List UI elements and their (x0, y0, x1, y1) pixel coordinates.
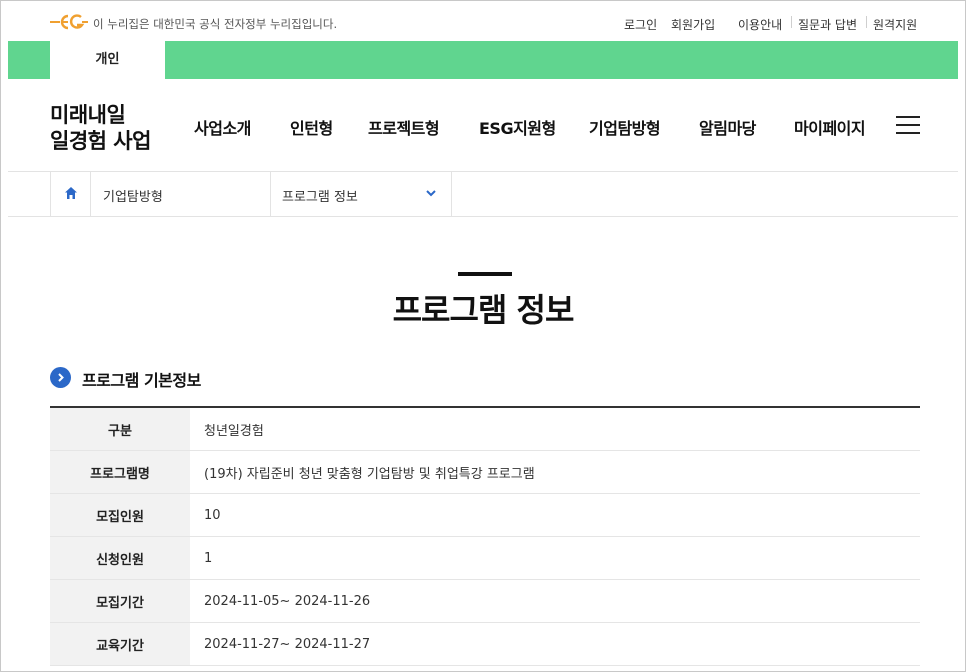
page-title: 프로그램 정보 (392, 291, 575, 329)
title-accent-bar (458, 272, 512, 276)
program-info-table: 구분 청년일경험 프로그램명 (19차) 자립준비 청년 맞춤형 기업탐방 및 … (50, 406, 920, 666)
breadcrumb-level1[interactable]: 기업탐방형 (103, 186, 163, 205)
gnb-item-business-intro[interactable]: 사업소개 (194, 115, 251, 139)
signup-link[interactable]: 회원가입 (671, 16, 715, 33)
site-logo-line2: 일경험 사업 (50, 129, 151, 153)
remote-support-link[interactable]: 원격지원 (873, 16, 917, 33)
menu-icon[interactable] (896, 114, 920, 136)
gov-notice: 이 누리집은 대한민국 공식 전자정부 누리집입니다. (93, 17, 338, 31)
site-logo-line1: 미래내일 (50, 103, 126, 127)
table-row: 구분 청년일경험 (50, 408, 920, 451)
eg-government-logo-icon (50, 14, 88, 30)
table-header-cell: 구분 (50, 408, 190, 450)
table-value-cell: 2024-11-05~ 2024-11-26 (204, 593, 371, 609)
qna-link[interactable]: 질문과 답변 (798, 16, 857, 33)
table-row: 모집인원 10 (50, 494, 920, 537)
gnb-item-intern[interactable]: 인턴형 (290, 115, 333, 139)
table-value-cell: (19차) 자립준비 청년 맞춤형 기업탐방 및 취업특강 프로그램 (204, 466, 535, 482)
table-header-cell: 신청인원 (50, 537, 190, 579)
table-value-cell: 2024-11-27~ 2024-11-27 (204, 636, 371, 652)
section-title: 프로그램 기본정보 (82, 371, 201, 390)
tab-personal[interactable]: 개인 (50, 41, 165, 79)
gnb-item-company-visit[interactable]: 기업탐방형 (589, 115, 661, 139)
breadcrumb-divider (270, 172, 271, 216)
gnb-item-notice[interactable]: 알림마당 (699, 115, 756, 139)
guide-link[interactable]: 이용안내 (738, 16, 782, 33)
gnb-item-esg[interactable]: ESG지원형 (479, 115, 556, 139)
table-header-cell: 모집인원 (50, 494, 190, 536)
top-utility-bar: 이 누리집은 대한민국 공식 전자정부 누리집입니다. 로그인 회원가입 이용안… (0, 0, 966, 41)
table-header-cell: 교육기간 (50, 623, 190, 665)
gnb-item-mypage[interactable]: 마이페이지 (794, 115, 866, 139)
breadcrumb-divider (90, 172, 91, 216)
chevron-right-circle-icon (50, 367, 71, 388)
site-logo[interactable]: 미래내일 일경험 사업 (50, 102, 151, 154)
table-row: 프로그램명 (19차) 자립준비 청년 맞춤형 기업탐방 및 취업특강 프로그램 (50, 451, 920, 494)
table-header-cell: 프로그램명 (50, 451, 190, 493)
table-header-cell: 모집기간 (50, 580, 190, 622)
home-icon[interactable] (64, 186, 78, 200)
login-link[interactable]: 로그인 (624, 16, 657, 33)
util-divider (866, 16, 867, 28)
table-row: 모집기간 2024-11-05~ 2024-11-26 (50, 580, 920, 623)
breadcrumb-border (8, 171, 958, 172)
breadcrumb-level2[interactable]: 프로그램 정보 (282, 186, 358, 205)
table-value-cell: 1 (204, 550, 213, 566)
util-divider (791, 16, 792, 28)
breadcrumb-border (8, 216, 958, 217)
gnb-item-project[interactable]: 프로젝트형 (368, 115, 440, 139)
table-value-cell: 10 (204, 507, 221, 523)
chevron-down-icon[interactable] (425, 188, 437, 198)
breadcrumb-divider (451, 172, 452, 216)
table-value-cell: 청년일경험 (204, 423, 264, 439)
table-row: 교육기간 2024-11-27~ 2024-11-27 (50, 623, 920, 666)
table-row: 신청인원 1 (50, 537, 920, 580)
breadcrumb-divider (50, 172, 51, 216)
